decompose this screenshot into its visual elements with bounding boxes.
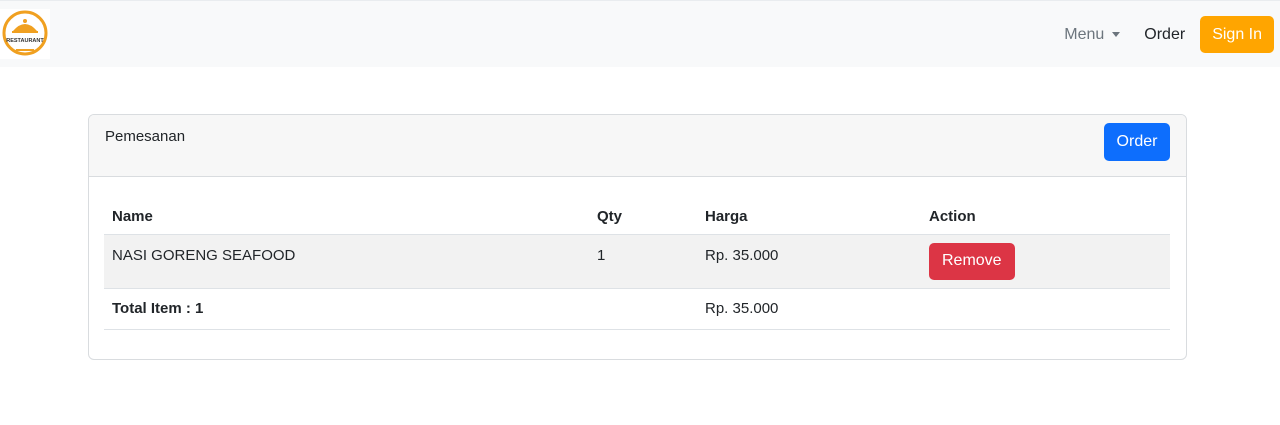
table-header-row: Name Qty Harga Action [104,199,1170,235]
item-price: Rp. 35.000 [697,234,921,289]
restaurant-logo-icon[interactable]: RESTAURANT [0,9,50,59]
total-price: Rp. 35.000 [697,288,921,330]
column-header-name: Name [104,199,589,235]
navbar: RESTAURANT Menu Order Sign In [0,0,1280,67]
column-header-action: Action [921,199,1170,235]
column-header-harga: Harga [697,199,921,235]
total-qty-cell [589,288,697,330]
menu-dropdown[interactable]: Menu [1064,25,1121,44]
total-action-cell [921,288,1170,330]
total-item-label: Total Item : 1 [104,288,589,330]
total-row: Total Item : 1 Rp. 35.000 [104,288,1170,330]
caret-down-icon [1112,32,1121,37]
nav-order-link[interactable]: Order [1144,26,1185,44]
table-row: NASI GORENG SEAFOOD 1 Rp. 35.000 Remove [104,234,1170,289]
column-header-qty: Qty [589,199,697,235]
order-card: Pemesanan Order Name Qty Harga Action NA… [88,114,1187,360]
remove-button[interactable]: Remove [929,242,1015,280]
card-title: Pemesanan [105,128,186,145]
menu-label: Menu [1064,25,1105,43]
card-header: Pemesanan Order [89,115,1186,177]
svg-text:RESTAURANT: RESTAURANT [6,38,44,44]
item-name: NASI GORENG SEAFOOD [104,234,589,289]
item-qty: 1 [589,234,697,289]
item-action-cell: Remove [921,234,1170,289]
order-table: Name Qty Harga Action NASI GORENG SEAFOO… [104,199,1170,330]
order-button[interactable]: Order [1104,123,1170,161]
sign-in-button[interactable]: Sign In [1200,16,1274,53]
